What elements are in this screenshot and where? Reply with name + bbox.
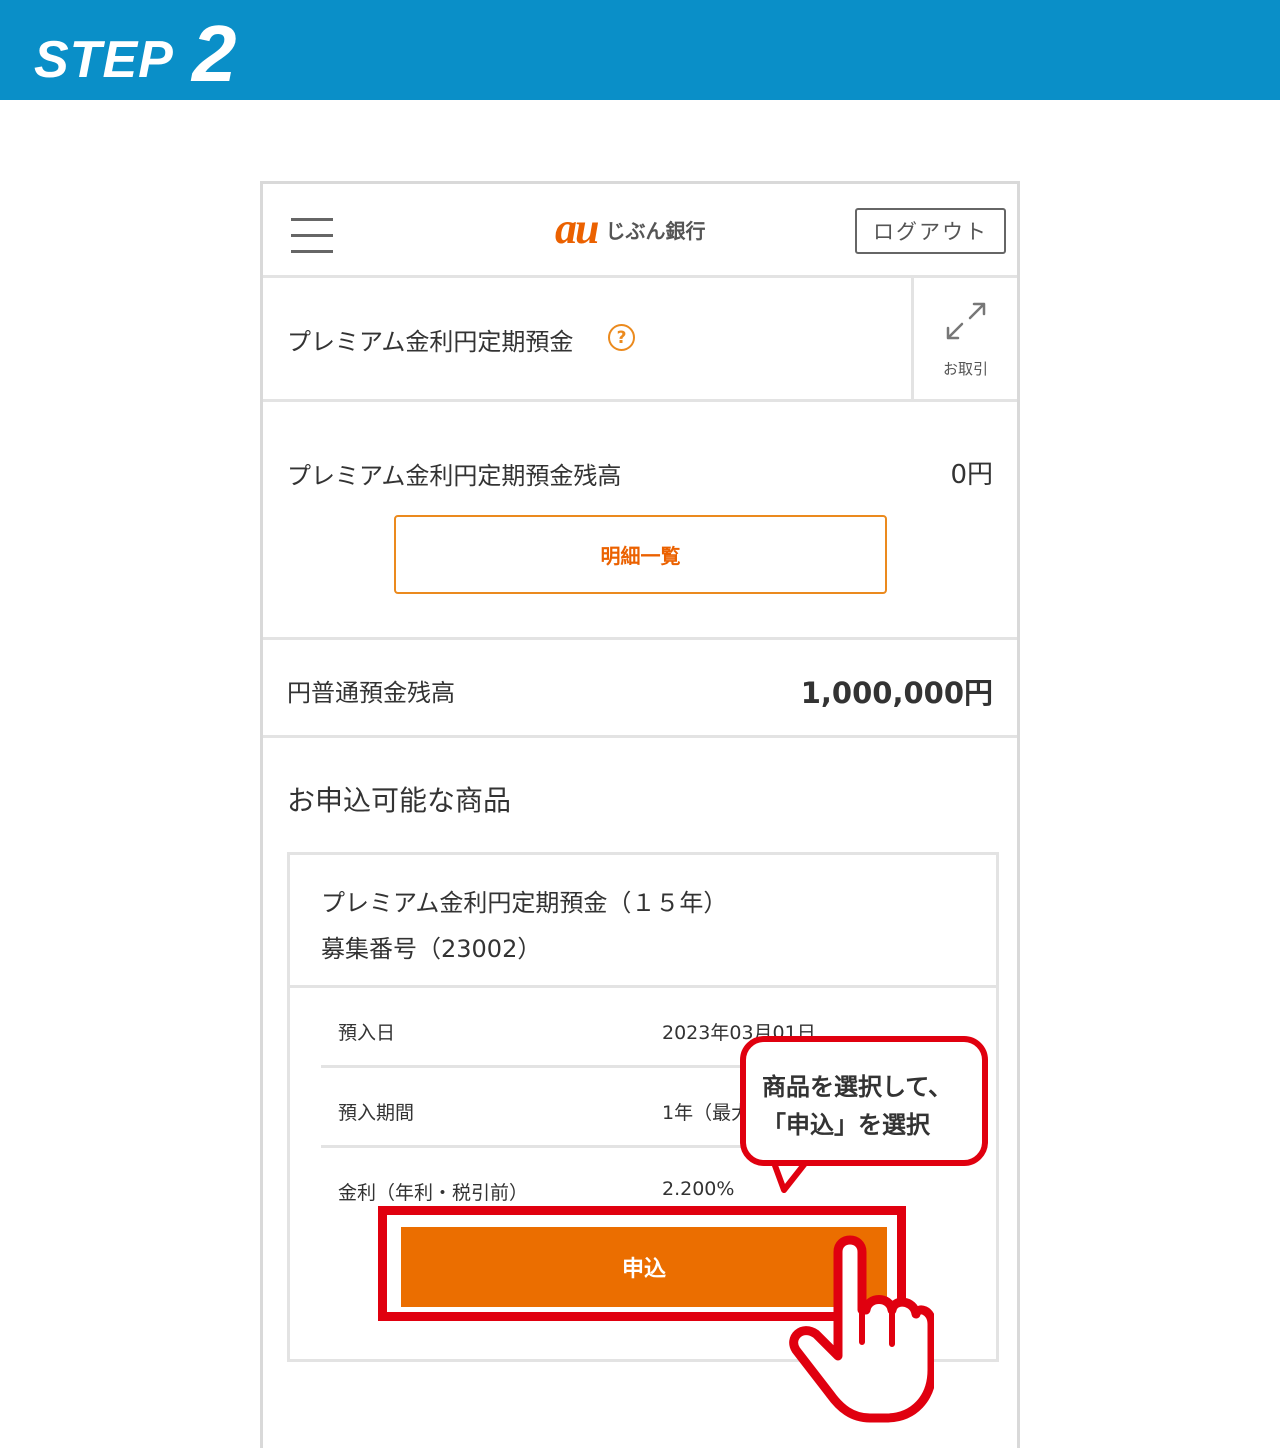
balance-value: 0円 <box>950 460 993 490</box>
brand-logo: au じぶん銀行 <box>555 204 705 254</box>
product-title: プレミアム金利円定期預金 <box>287 328 574 356</box>
product-card-name: プレミアム金利円定期預金（１５年） <box>321 889 728 917</box>
hamburger-menu-icon[interactable] <box>291 214 333 256</box>
transaction-label: お取引 <box>942 360 988 378</box>
balance-section: プレミアム金利円定期預金残高 0円 明細一覧 <box>263 402 1017 640</box>
product-card-header: プレミアム金利円定期預金（１５年） 募集番号（23002） <box>290 855 996 988</box>
detail-key: 預入期間 <box>338 1102 415 1124</box>
detail-value: 2.200% <box>662 1178 735 1200</box>
detail-key: 預入日 <box>338 1022 396 1044</box>
logo-au: au <box>555 204 600 253</box>
step-banner: STEP 2 <box>0 0 1280 100</box>
statement-list-button[interactable]: 明細一覧 <box>394 515 887 594</box>
detail-key: 金利（年利・税引前） <box>338 1182 529 1204</box>
callout-text: 商品を選択して、 「申込」を選択 <box>762 1068 982 1144</box>
savings-label: 円普通預金残高 <box>287 679 455 707</box>
logout-button[interactable]: ログアウト <box>855 208 1006 254</box>
savings-section: 円普通預金残高 1,000,000円 <box>263 640 1017 738</box>
help-icon[interactable]: ? <box>608 324 635 351</box>
balance-label: プレミアム金利円定期預金残高 <box>287 462 622 490</box>
product-header: プレミアム金利円定期預金 ? お取引 <box>263 278 1017 402</box>
callout-line-1: 商品を選択して、 <box>762 1073 953 1101</box>
instruction-callout: 商品を選択して、 「申込」を選択 <box>740 1036 988 1166</box>
callout-line-2: 「申込」を選択 <box>762 1111 930 1139</box>
detail-value: 1年（最大 <box>662 1102 751 1124</box>
pointing-hand-icon <box>789 1235 934 1423</box>
app-header: au じぶん銀行 ログアウト <box>263 184 1017 278</box>
logo-bank-name: じぶん銀行 <box>605 218 706 243</box>
available-products-title: お申込可能な商品 <box>287 784 512 817</box>
savings-value: 1,000,000円 <box>800 676 993 710</box>
transaction-button[interactable]: お取引 <box>911 278 1017 399</box>
transfer-arrows-icon <box>946 302 986 340</box>
product-card-number: 募集番号（23002） <box>321 935 542 963</box>
step-label: STEP <box>34 31 174 89</box>
step-number: 2 <box>192 9 237 98</box>
